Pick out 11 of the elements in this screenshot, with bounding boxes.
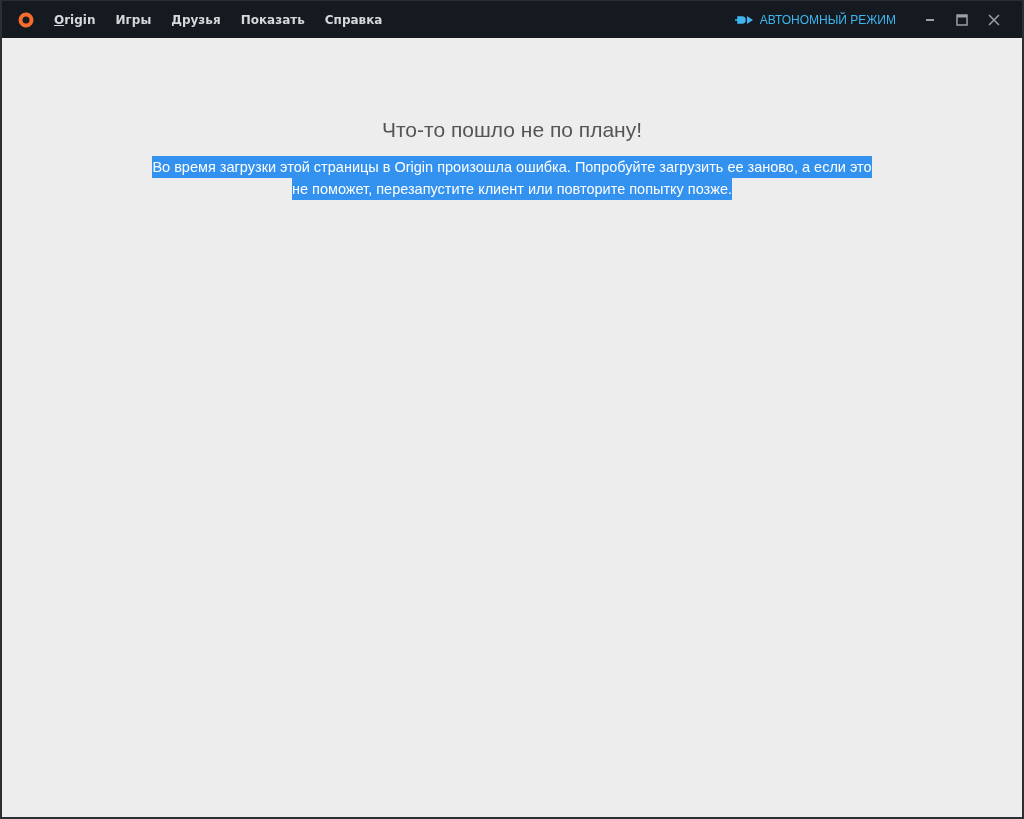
menu-item[interactable]: Друзья — [171, 12, 221, 27]
logo-icon[interactable] — [18, 11, 34, 28]
menu-item[interactable]: Показать — [240, 12, 305, 27]
plug-icon — [734, 14, 755, 25]
menu-item[interactable]: Игры — [115, 12, 152, 27]
offline-mode-button[interactable]: АВТОНОМНЫЙ РЕЖИМ — [734, 12, 896, 27]
menu-item[interactable]: Origin — [54, 12, 96, 27]
close-icon[interactable] — [988, 13, 1000, 26]
error-title: Что-то пошло не по плану! — [381, 118, 643, 142]
menu-item[interactable]: Справка — [324, 12, 383, 27]
maximize-icon[interactable] — [956, 13, 968, 26]
